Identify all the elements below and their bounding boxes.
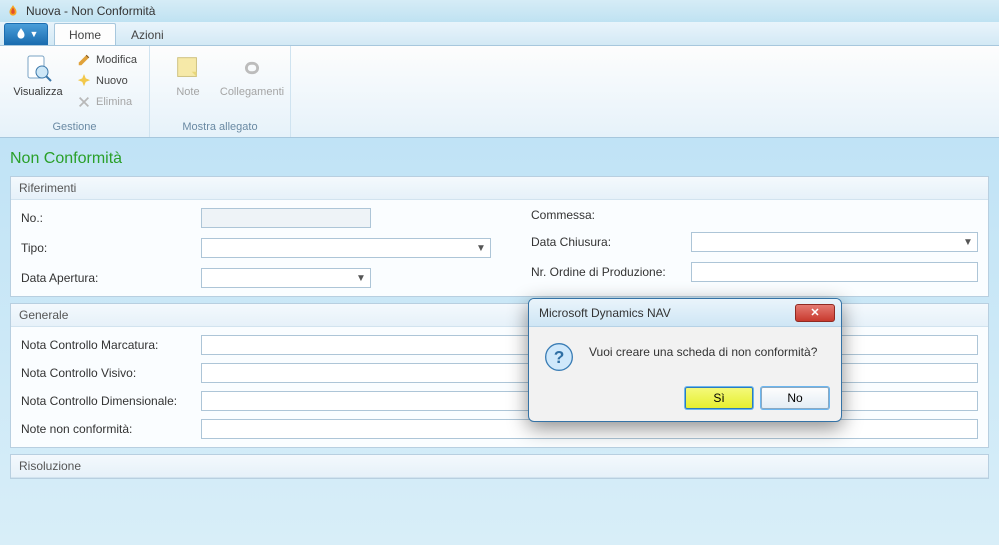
sticky-note-icon [172, 52, 204, 84]
magnifier-page-icon [22, 52, 54, 84]
field-data-chiusura[interactable]: ▼ [691, 232, 978, 252]
elimina-button: Elimina [72, 92, 141, 112]
delete-x-icon [76, 94, 92, 110]
label-nr-ordine: Nr. Ordine di Produzione: [531, 265, 691, 279]
chevron-down-icon: ▼ [354, 273, 368, 284]
section-header-riferimenti[interactable]: Riferimenti [11, 177, 988, 200]
app-flame-icon [6, 4, 20, 18]
group-label-gestione: Gestione [8, 119, 141, 135]
visualizza-label: Visualizza [13, 86, 62, 98]
field-tipo[interactable]: ▼ [201, 238, 491, 258]
section-header-risoluzione[interactable]: Risoluzione [11, 455, 988, 478]
dialog-yes-button[interactable]: Sì [685, 387, 753, 409]
field-data-apertura[interactable]: ▼ [201, 268, 371, 288]
label-visivo: Nota Controllo Visivo: [21, 366, 201, 380]
section-generale: Generale Nota Controllo Marcatura: Nota … [10, 303, 989, 448]
dialog-no-button[interactable]: No [761, 387, 829, 409]
window-title: Nuova - Non Conformità [26, 4, 155, 18]
nuovo-label: Nuovo [96, 75, 128, 87]
label-commessa: Commessa: [531, 208, 691, 222]
elimina-label: Elimina [96, 96, 132, 108]
dialog-message: Vuoi creare una scheda di non conformità… [589, 341, 817, 359]
modifica-button[interactable]: Modifica [72, 50, 141, 70]
sparkle-icon [76, 73, 92, 89]
close-icon: ✕ [810, 306, 819, 319]
tab-actions[interactable]: Azioni [116, 23, 179, 45]
visualizza-button[interactable]: Visualizza [8, 50, 68, 100]
title-bar: Nuova - Non Conformità [0, 0, 999, 22]
field-non-conf[interactable] [201, 419, 978, 439]
note-label: Note [176, 86, 199, 98]
collegamenti-button: Collegamenti [222, 50, 282, 100]
chevron-down-icon: ▼ [30, 29, 39, 39]
note-button: Note [158, 50, 218, 100]
field-no[interactable] [201, 208, 371, 228]
label-dimensionale: Nota Controllo Dimensionale: [21, 394, 201, 408]
chevron-down-icon: ▼ [961, 237, 975, 248]
ribbon-group-gestione: Visualizza Modifica Nuovo Elimina Gestio… [0, 46, 150, 137]
content-area: Non Conformità Riferimenti No.: Tipo: ▼ … [0, 138, 999, 493]
tab-strip: ▼ Home Azioni [0, 22, 999, 46]
ribbon-group-allegato: Note Collegamenti Mostra allegato [150, 46, 291, 137]
label-tipo: Tipo: [21, 241, 201, 255]
modifica-label: Modifica [96, 54, 137, 66]
page-title: Non Conformità [10, 146, 989, 176]
section-riferimenti: Riferimenti No.: Tipo: ▼ Data Apertura: … [10, 176, 989, 297]
chevron-down-icon: ▼ [474, 243, 488, 254]
label-non-conf: Note non conformità: [21, 422, 201, 436]
dialog-confirm: Microsoft Dynamics NAV ✕ ? Vuoi creare u… [528, 298, 842, 422]
label-data-apertura: Data Apertura: [21, 271, 201, 285]
label-marcatura: Nota Controllo Marcatura: [21, 338, 201, 352]
svg-text:?: ? [554, 347, 565, 367]
pencil-icon [76, 52, 92, 68]
collegamenti-label: Collegamenti [220, 86, 284, 98]
label-no: No.: [21, 211, 201, 225]
link-icon [236, 52, 268, 84]
app-flame-icon [14, 27, 28, 41]
group-label-allegato: Mostra allegato [158, 119, 282, 135]
label-data-chiusura: Data Chiusura: [531, 235, 691, 249]
question-icon: ? [543, 341, 575, 373]
dialog-close-button[interactable]: ✕ [795, 304, 835, 322]
ribbon: Visualizza Modifica Nuovo Elimina Gestio… [0, 46, 999, 138]
dialog-title: Microsoft Dynamics NAV [539, 306, 671, 320]
app-menu-button[interactable]: ▼ [4, 23, 48, 45]
tab-home[interactable]: Home [54, 23, 116, 45]
nuovo-button[interactable]: Nuovo [72, 71, 141, 91]
field-nr-ordine[interactable] [691, 262, 978, 282]
section-risoluzione: Risoluzione [10, 454, 989, 479]
